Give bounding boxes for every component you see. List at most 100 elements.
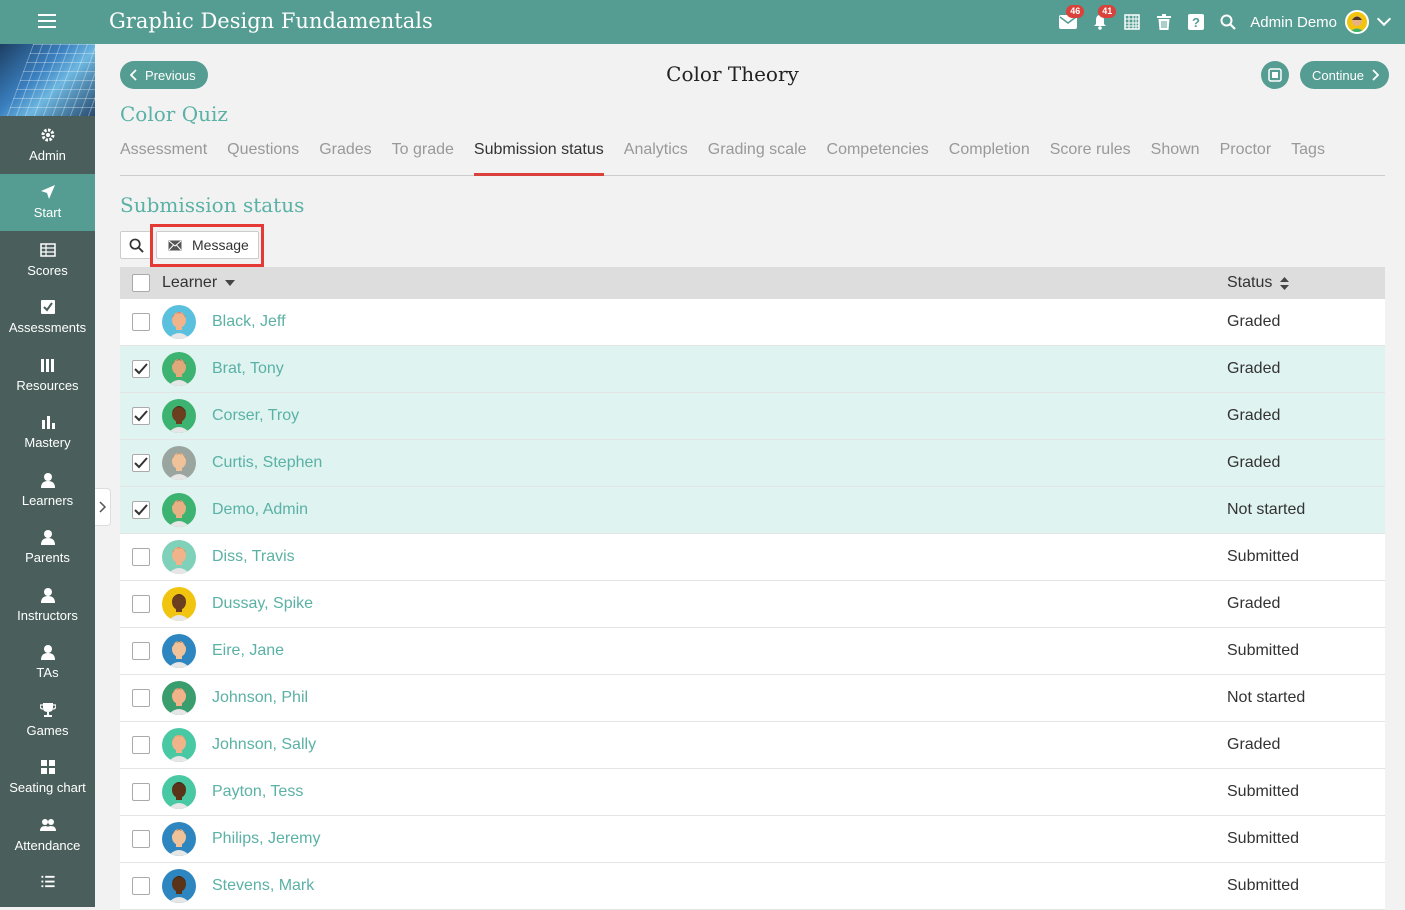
tab-competencies[interactable]: Competencies bbox=[827, 141, 929, 176]
learner-name-link[interactable]: Demo, Admin bbox=[212, 501, 1227, 519]
sidebar-item-tas[interactable]: TAs bbox=[0, 634, 95, 692]
learner-name-link[interactable]: Johnson, Sally bbox=[212, 736, 1227, 754]
mail-button[interactable]: 46 bbox=[1052, 0, 1085, 44]
sidebar-item-games[interactable]: Games bbox=[0, 691, 95, 749]
row-checkbox[interactable] bbox=[132, 783, 150, 801]
chevron-down-icon[interactable] bbox=[1376, 11, 1392, 27]
continue-label: Continue bbox=[1312, 67, 1365, 83]
row-checkbox[interactable] bbox=[132, 642, 150, 660]
table-row[interactable]: Johnson, Phil Not started bbox=[120, 675, 1385, 722]
hamburger-menu-icon[interactable] bbox=[38, 14, 56, 28]
tab-completion[interactable]: Completion bbox=[949, 141, 1030, 176]
table-row[interactable]: Stevens, Mark Submitted bbox=[120, 863, 1385, 910]
sidebar-item-label: Games bbox=[26, 722, 69, 738]
tab-tags[interactable]: Tags bbox=[1291, 141, 1325, 176]
avatar bbox=[162, 493, 196, 527]
row-checkbox[interactable] bbox=[132, 454, 150, 472]
table-row[interactable]: Curtis, Stephen Graded bbox=[120, 440, 1385, 487]
avatar bbox=[162, 822, 196, 856]
table-row[interactable]: Dussay, Spike Graded bbox=[120, 581, 1385, 628]
search-button[interactable] bbox=[1212, 0, 1244, 44]
table-row[interactable]: Eire, Jane Submitted bbox=[120, 628, 1385, 675]
sidebar-item-more[interactable] bbox=[0, 864, 95, 894]
print-icon bbox=[1268, 68, 1282, 82]
row-checkbox[interactable] bbox=[132, 360, 150, 378]
table-row[interactable]: Diss, Travis Submitted bbox=[120, 534, 1385, 581]
table-row[interactable]: Demo, Admin Not started bbox=[120, 487, 1385, 534]
learner-name-link[interactable]: Philips, Jeremy bbox=[212, 830, 1227, 848]
row-checkbox[interactable] bbox=[132, 595, 150, 613]
sidebar-item-label: Attendance bbox=[14, 837, 81, 853]
tab-questions[interactable]: Questions bbox=[227, 141, 299, 176]
row-checkbox[interactable] bbox=[132, 830, 150, 848]
table-row[interactable]: Corser, Troy Graded bbox=[120, 393, 1385, 440]
tab-analytics[interactable]: Analytics bbox=[624, 141, 688, 176]
table-row[interactable]: Brat, Tony Graded bbox=[120, 346, 1385, 393]
sidebar-item-assessments[interactable]: Assessments bbox=[0, 289, 95, 347]
learner-name-link[interactable]: Dussay, Spike bbox=[212, 595, 1227, 613]
sidebar-item-label: Instructors bbox=[17, 607, 78, 623]
table-row[interactable]: Payton, Tess Submitted bbox=[120, 769, 1385, 816]
tab-assessment[interactable]: Assessment bbox=[120, 141, 207, 176]
sidebar-item-mastery[interactable]: Mastery bbox=[0, 404, 95, 462]
sidebar-item-scores[interactable]: Scores bbox=[0, 231, 95, 289]
section-title: Submission status bbox=[120, 193, 305, 217]
avatar bbox=[162, 681, 196, 715]
user-name[interactable]: Admin Demo bbox=[1250, 14, 1337, 31]
sidebar-item-instructors[interactable]: Instructors bbox=[0, 576, 95, 634]
row-checkbox[interactable] bbox=[132, 407, 150, 425]
select-all-checkbox[interactable] bbox=[132, 274, 150, 292]
learner-name-link[interactable]: Brat, Tony bbox=[212, 360, 1227, 378]
row-checkbox[interactable] bbox=[132, 736, 150, 754]
sidebar-toggle-button[interactable] bbox=[95, 488, 111, 526]
row-checkbox[interactable] bbox=[132, 548, 150, 566]
learner-name-link[interactable]: Corser, Troy bbox=[212, 407, 1227, 425]
table-row[interactable]: Philips, Jeremy Submitted bbox=[120, 816, 1385, 863]
sidebar-item-resources[interactable]: Resources bbox=[0, 346, 95, 404]
row-checkbox[interactable] bbox=[132, 501, 150, 519]
user-avatar[interactable] bbox=[1345, 10, 1369, 34]
sidebar-item-seating-chart[interactable]: Seating chart bbox=[0, 749, 95, 807]
table-row[interactable]: Black, Jeff Graded bbox=[120, 299, 1385, 346]
tab-proctor[interactable]: Proctor bbox=[1220, 141, 1272, 176]
learner-name-link[interactable]: Black, Jeff bbox=[212, 313, 1227, 331]
sidebar-item-admin[interactable]: Admin bbox=[0, 116, 95, 174]
tab-score-rules[interactable]: Score rules bbox=[1050, 141, 1131, 176]
help-button[interactable]: ? bbox=[1180, 0, 1212, 44]
learner-name-link[interactable]: Payton, Tess bbox=[212, 783, 1227, 801]
tab-shown[interactable]: Shown bbox=[1151, 141, 1200, 176]
envelope-icon bbox=[168, 240, 182, 250]
sidebar-item-attendance[interactable]: Attendance bbox=[0, 806, 95, 864]
tab-submission-status[interactable]: Submission status bbox=[473, 141, 604, 176]
tab-grading-scale[interactable]: Grading scale bbox=[708, 141, 807, 176]
learner-name-link[interactable]: Johnson, Phil bbox=[212, 689, 1227, 707]
learner-name-link[interactable]: Eire, Jane bbox=[212, 642, 1227, 660]
notifications-button[interactable]: 41 bbox=[1084, 0, 1117, 44]
trash-button[interactable] bbox=[1148, 0, 1180, 44]
learner-name-link[interactable]: Diss, Travis bbox=[212, 548, 1227, 566]
assessment-title[interactable]: Color Quiz bbox=[120, 102, 228, 126]
sidebar-item-learners[interactable]: Learners bbox=[0, 461, 95, 519]
continue-button[interactable]: Continue bbox=[1300, 61, 1390, 89]
row-checkbox[interactable] bbox=[132, 313, 150, 331]
status-column-header[interactable]: Status bbox=[1227, 274, 1290, 292]
row-checkbox[interactable] bbox=[132, 877, 150, 895]
tab-to-grade[interactable]: To grade bbox=[392, 141, 454, 176]
learner-name-link[interactable]: Stevens, Mark bbox=[212, 877, 1227, 895]
search-button[interactable] bbox=[120, 231, 152, 259]
sidebar-item-label: TAs bbox=[36, 665, 59, 681]
avatar bbox=[162, 540, 196, 574]
table-row[interactable]: Johnson, Sally Graded bbox=[120, 722, 1385, 769]
sidebar-item-label: Scores bbox=[27, 262, 68, 278]
calendar-button[interactable] bbox=[1116, 0, 1148, 44]
tab-grades[interactable]: Grades bbox=[319, 141, 371, 176]
learner-column-header[interactable]: Learner bbox=[162, 274, 1227, 292]
sidebar-item-start[interactable]: Start bbox=[0, 173, 95, 231]
row-checkbox[interactable] bbox=[132, 689, 150, 707]
status-text: Submitted bbox=[1227, 642, 1300, 659]
sort-icon bbox=[1280, 276, 1290, 290]
message-button[interactable]: Message bbox=[156, 231, 259, 259]
print-button[interactable] bbox=[1261, 61, 1289, 89]
learner-name-link[interactable]: Curtis, Stephen bbox=[212, 454, 1227, 472]
sidebar-item-parents[interactable]: Parents bbox=[0, 519, 95, 577]
